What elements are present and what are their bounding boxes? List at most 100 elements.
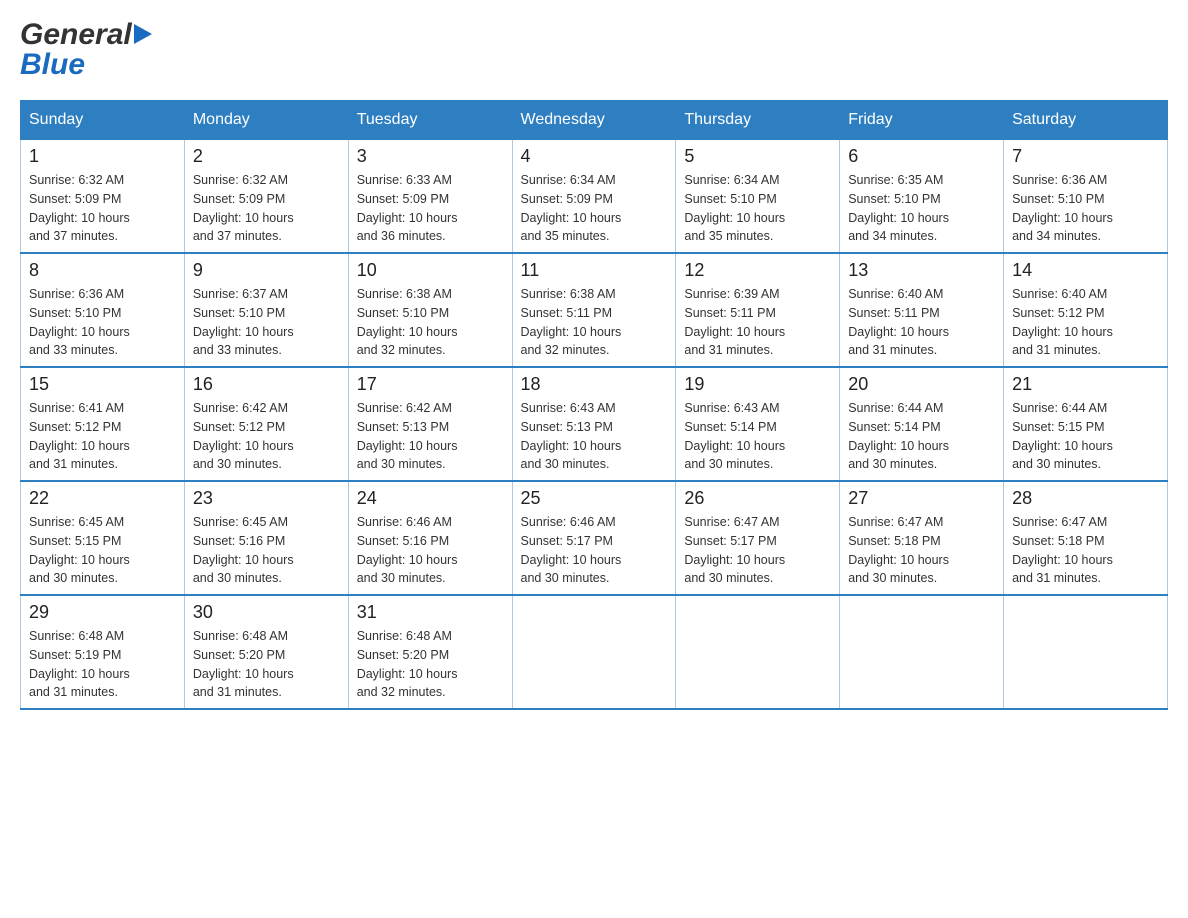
logo-triangle-icon <box>134 24 152 44</box>
calendar-cell: 5 Sunrise: 6:34 AM Sunset: 5:10 PM Dayli… <box>676 140 840 254</box>
calendar-cell: 7 Sunrise: 6:36 AM Sunset: 5:10 PM Dayli… <box>1004 140 1168 254</box>
day-number: 3 <box>357 146 504 167</box>
calendar-cell: 26 Sunrise: 6:47 AM Sunset: 5:17 PM Dayl… <box>676 481 840 595</box>
weekday-header-monday: Monday <box>184 101 348 140</box>
calendar-week-4: 22 Sunrise: 6:45 AM Sunset: 5:15 PM Dayl… <box>21 481 1168 595</box>
page-header: General Blue <box>20 20 1168 80</box>
weekday-header-friday: Friday <box>840 101 1004 140</box>
day-info: Sunrise: 6:34 AM Sunset: 5:09 PM Dayligh… <box>521 171 668 246</box>
day-number: 31 <box>357 602 504 623</box>
calendar-cell: 10 Sunrise: 6:38 AM Sunset: 5:10 PM Dayl… <box>348 253 512 367</box>
calendar-cell: 1 Sunrise: 6:32 AM Sunset: 5:09 PM Dayli… <box>21 140 185 254</box>
day-number: 11 <box>521 260 668 281</box>
calendar-cell: 29 Sunrise: 6:48 AM Sunset: 5:19 PM Dayl… <box>21 595 185 709</box>
calendar-cell: 15 Sunrise: 6:41 AM Sunset: 5:12 PM Dayl… <box>21 367 185 481</box>
calendar-cell <box>840 595 1004 709</box>
day-number: 28 <box>1012 488 1159 509</box>
day-number: 7 <box>1012 146 1159 167</box>
calendar-table: SundayMondayTuesdayWednesdayThursdayFrid… <box>20 100 1168 710</box>
day-info: Sunrise: 6:41 AM Sunset: 5:12 PM Dayligh… <box>29 399 176 474</box>
calendar-cell: 23 Sunrise: 6:45 AM Sunset: 5:16 PM Dayl… <box>184 481 348 595</box>
day-number: 9 <box>193 260 340 281</box>
calendar-cell: 17 Sunrise: 6:42 AM Sunset: 5:13 PM Dayl… <box>348 367 512 481</box>
day-number: 16 <box>193 374 340 395</box>
calendar-cell: 30 Sunrise: 6:48 AM Sunset: 5:20 PM Dayl… <box>184 595 348 709</box>
day-info: Sunrise: 6:37 AM Sunset: 5:10 PM Dayligh… <box>193 285 340 360</box>
calendar-header: SundayMondayTuesdayWednesdayThursdayFrid… <box>21 101 1168 140</box>
day-info: Sunrise: 6:35 AM Sunset: 5:10 PM Dayligh… <box>848 171 995 246</box>
day-number: 27 <box>848 488 995 509</box>
weekday-header-tuesday: Tuesday <box>348 101 512 140</box>
calendar-cell: 3 Sunrise: 6:33 AM Sunset: 5:09 PM Dayli… <box>348 140 512 254</box>
calendar-week-3: 15 Sunrise: 6:41 AM Sunset: 5:12 PM Dayl… <box>21 367 1168 481</box>
calendar-cell: 12 Sunrise: 6:39 AM Sunset: 5:11 PM Dayl… <box>676 253 840 367</box>
day-info: Sunrise: 6:46 AM Sunset: 5:16 PM Dayligh… <box>357 513 504 588</box>
calendar-cell: 4 Sunrise: 6:34 AM Sunset: 5:09 PM Dayli… <box>512 140 676 254</box>
day-number: 14 <box>1012 260 1159 281</box>
day-info: Sunrise: 6:40 AM Sunset: 5:11 PM Dayligh… <box>848 285 995 360</box>
logo: General Blue <box>20 20 152 80</box>
calendar-cell: 6 Sunrise: 6:35 AM Sunset: 5:10 PM Dayli… <box>840 140 1004 254</box>
day-info: Sunrise: 6:45 AM Sunset: 5:15 PM Dayligh… <box>29 513 176 588</box>
day-info: Sunrise: 6:36 AM Sunset: 5:10 PM Dayligh… <box>1012 171 1159 246</box>
day-number: 20 <box>848 374 995 395</box>
day-info: Sunrise: 6:39 AM Sunset: 5:11 PM Dayligh… <box>684 285 831 360</box>
day-info: Sunrise: 6:44 AM Sunset: 5:14 PM Dayligh… <box>848 399 995 474</box>
day-info: Sunrise: 6:43 AM Sunset: 5:13 PM Dayligh… <box>521 399 668 474</box>
calendar-cell: 11 Sunrise: 6:38 AM Sunset: 5:11 PM Dayl… <box>512 253 676 367</box>
calendar-cell: 9 Sunrise: 6:37 AM Sunset: 5:10 PM Dayli… <box>184 253 348 367</box>
day-number: 13 <box>848 260 995 281</box>
day-info: Sunrise: 6:36 AM Sunset: 5:10 PM Dayligh… <box>29 285 176 360</box>
day-info: Sunrise: 6:40 AM Sunset: 5:12 PM Dayligh… <box>1012 285 1159 360</box>
day-number: 6 <box>848 146 995 167</box>
day-number: 23 <box>193 488 340 509</box>
day-number: 30 <box>193 602 340 623</box>
day-number: 4 <box>521 146 668 167</box>
day-info: Sunrise: 6:42 AM Sunset: 5:13 PM Dayligh… <box>357 399 504 474</box>
day-info: Sunrise: 6:47 AM Sunset: 5:18 PM Dayligh… <box>1012 513 1159 588</box>
weekday-header-wednesday: Wednesday <box>512 101 676 140</box>
calendar-cell: 25 Sunrise: 6:46 AM Sunset: 5:17 PM Dayl… <box>512 481 676 595</box>
day-info: Sunrise: 6:45 AM Sunset: 5:16 PM Dayligh… <box>193 513 340 588</box>
day-number: 2 <box>193 146 340 167</box>
calendar-week-1: 1 Sunrise: 6:32 AM Sunset: 5:09 PM Dayli… <box>21 140 1168 254</box>
day-number: 1 <box>29 146 176 167</box>
calendar-week-2: 8 Sunrise: 6:36 AM Sunset: 5:10 PM Dayli… <box>21 253 1168 367</box>
day-number: 29 <box>29 602 176 623</box>
day-number: 5 <box>684 146 831 167</box>
day-info: Sunrise: 6:44 AM Sunset: 5:15 PM Dayligh… <box>1012 399 1159 474</box>
day-info: Sunrise: 6:47 AM Sunset: 5:17 PM Dayligh… <box>684 513 831 588</box>
day-number: 21 <box>1012 374 1159 395</box>
calendar-week-5: 29 Sunrise: 6:48 AM Sunset: 5:19 PM Dayl… <box>21 595 1168 709</box>
calendar-body: 1 Sunrise: 6:32 AM Sunset: 5:09 PM Dayli… <box>21 140 1168 710</box>
calendar-cell: 14 Sunrise: 6:40 AM Sunset: 5:12 PM Dayl… <box>1004 253 1168 367</box>
calendar-cell: 19 Sunrise: 6:43 AM Sunset: 5:14 PM Dayl… <box>676 367 840 481</box>
day-info: Sunrise: 6:48 AM Sunset: 5:20 PM Dayligh… <box>193 627 340 702</box>
day-number: 10 <box>357 260 504 281</box>
day-number: 17 <box>357 374 504 395</box>
calendar-cell: 18 Sunrise: 6:43 AM Sunset: 5:13 PM Dayl… <box>512 367 676 481</box>
weekday-header-row: SundayMondayTuesdayWednesdayThursdayFrid… <box>21 101 1168 140</box>
day-info: Sunrise: 6:47 AM Sunset: 5:18 PM Dayligh… <box>848 513 995 588</box>
logo-blue-text: Blue <box>20 50 152 80</box>
calendar-cell: 27 Sunrise: 6:47 AM Sunset: 5:18 PM Dayl… <box>840 481 1004 595</box>
day-number: 19 <box>684 374 831 395</box>
day-number: 26 <box>684 488 831 509</box>
day-number: 24 <box>357 488 504 509</box>
calendar-cell: 20 Sunrise: 6:44 AM Sunset: 5:14 PM Dayl… <box>840 367 1004 481</box>
day-info: Sunrise: 6:38 AM Sunset: 5:11 PM Dayligh… <box>521 285 668 360</box>
day-number: 8 <box>29 260 176 281</box>
calendar-cell: 28 Sunrise: 6:47 AM Sunset: 5:18 PM Dayl… <box>1004 481 1168 595</box>
day-number: 22 <box>29 488 176 509</box>
day-info: Sunrise: 6:32 AM Sunset: 5:09 PM Dayligh… <box>29 171 176 246</box>
day-number: 12 <box>684 260 831 281</box>
day-info: Sunrise: 6:43 AM Sunset: 5:14 PM Dayligh… <box>684 399 831 474</box>
calendar-cell <box>512 595 676 709</box>
calendar-cell <box>676 595 840 709</box>
logo-general-text: General <box>20 20 132 50</box>
day-info: Sunrise: 6:33 AM Sunset: 5:09 PM Dayligh… <box>357 171 504 246</box>
weekday-header-saturday: Saturday <box>1004 101 1168 140</box>
day-info: Sunrise: 6:32 AM Sunset: 5:09 PM Dayligh… <box>193 171 340 246</box>
day-info: Sunrise: 6:38 AM Sunset: 5:10 PM Dayligh… <box>357 285 504 360</box>
calendar-cell <box>1004 595 1168 709</box>
